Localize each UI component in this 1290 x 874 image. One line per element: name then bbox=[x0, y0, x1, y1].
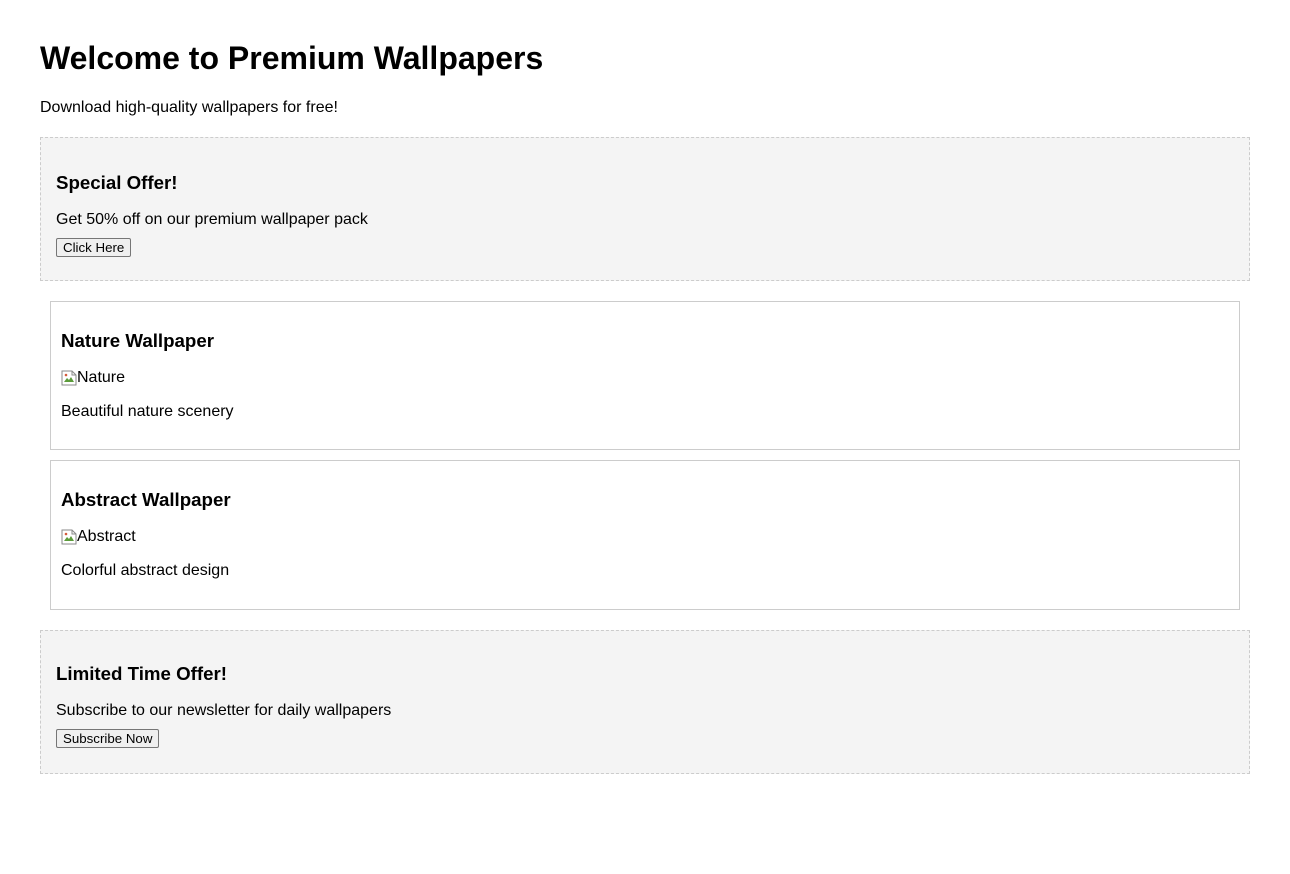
offer-title: Limited Time Offer! bbox=[56, 663, 227, 684]
wallpaper-image[interactable]: Abstract bbox=[61, 528, 1229, 546]
page: Welcome to Premium Wallpapers Download h… bbox=[0, 0, 1290, 774]
offer-title: Special Offer! bbox=[56, 172, 178, 193]
subscribe-now-button[interactable]: Subscribe Now bbox=[56, 729, 160, 748]
wallpaper-description: Beautiful nature scenery bbox=[61, 403, 234, 420]
offer-text: Subscribe to our newsletter for daily wa… bbox=[56, 702, 392, 719]
wallpaper-description: Colorful abstract design bbox=[61, 562, 230, 579]
wallpaper-card-abstract[interactable]: Abstract Wallpaper Abstract Colorful abs… bbox=[50, 460, 1240, 610]
click-here-button[interactable]: Click Here bbox=[56, 238, 132, 257]
page-subtitle: Download high-quality wallpapers for fre… bbox=[40, 99, 338, 116]
broken-image-icon bbox=[61, 529, 77, 545]
wallpaper-image-alt: Abstract bbox=[77, 528, 136, 545]
wallpaper-title: Abstract Wallpaper bbox=[61, 489, 231, 510]
wallpaper-title: Nature Wallpaper bbox=[61, 330, 214, 351]
wallpaper-image[interactable]: Nature bbox=[61, 369, 1229, 387]
page-title: Welcome to Premium Wallpapers bbox=[40, 40, 544, 76]
wallpaper-card-nature[interactable]: Nature Wallpaper Nature Beautiful nature… bbox=[50, 301, 1240, 450]
offer-text: Get 50% off on our premium wallpaper pac… bbox=[56, 211, 368, 228]
broken-image-icon bbox=[61, 370, 77, 386]
special-offer-banner: Special Offer! Get 50% off on our premiu… bbox=[40, 137, 1250, 281]
wallpaper-image-alt: Nature bbox=[77, 369, 126, 386]
limited-offer-banner: Limited Time Offer! Subscribe to our new… bbox=[40, 630, 1250, 774]
